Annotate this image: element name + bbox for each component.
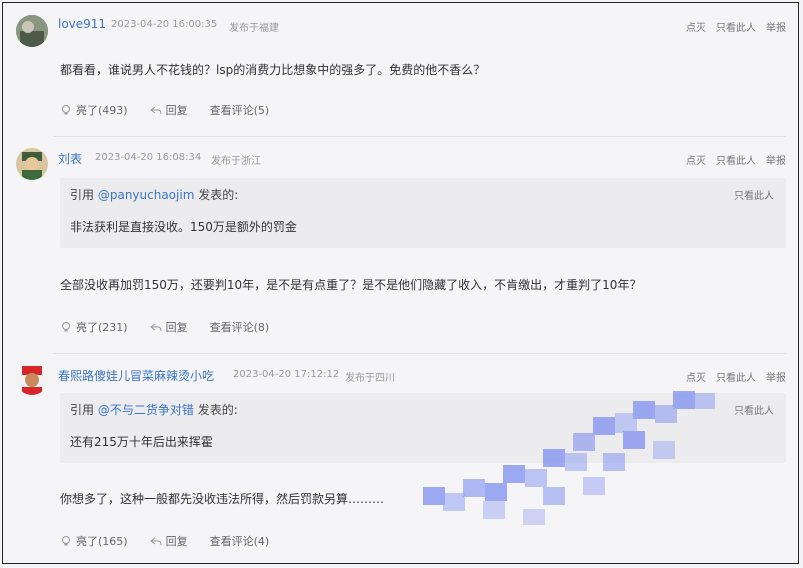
- like-button[interactable]: 亮了(493): [60, 102, 128, 118]
- quote-only-this-user[interactable]: 只看此人: [734, 187, 774, 202]
- comment-thread: love911 2023-04-20 16:00:35 发布于福建 点灭 只看此…: [2, 2, 799, 564]
- reply-label: 回复: [165, 104, 188, 117]
- dislike-button[interactable]: 点灭: [686, 369, 706, 384]
- location: 发布于福建: [229, 23, 279, 34]
- comment-actions: 点灭 只看此人 举报: [686, 152, 786, 167]
- reply-label: 回复: [165, 321, 188, 334]
- timestamp: 2023-04-20 16:00:35: [111, 19, 218, 30]
- lightbulb-icon: [62, 105, 70, 115]
- reply-label: 回复: [165, 535, 188, 548]
- reply-icon: [149, 537, 162, 546]
- lightbulb-icon: [62, 536, 70, 546]
- username[interactable]: love911: [58, 17, 106, 31]
- like-button[interactable]: 亮了(165): [60, 533, 128, 549]
- avatar[interactable]: [16, 148, 48, 180]
- quote-prefix: 引用: [70, 403, 95, 417]
- avatar[interactable]: [16, 363, 48, 395]
- location: 发布于浙江: [211, 156, 261, 167]
- quote-text: 还有215万十年后出来挥霍: [70, 435, 213, 449]
- avatar[interactable]: [16, 15, 48, 47]
- comment-toolbar: 亮了(165) 回复 查看评论(4): [60, 533, 291, 549]
- mosaic-redaction: [423, 391, 715, 525]
- report-button[interactable]: 举报: [766, 369, 786, 384]
- view-comments-button[interactable]: 查看评论(8): [210, 319, 270, 335]
- quote-header: 引用 @panyuchaojim 发表的:: [70, 186, 238, 203]
- timestamp: 2023-04-20 17:12:12: [233, 369, 340, 380]
- only-this-user-button[interactable]: 只看此人: [716, 369, 756, 384]
- like-count: 亮了(231): [76, 321, 128, 334]
- view-comments-button[interactable]: 查看评论(4): [210, 533, 270, 549]
- quote-header: 引用 @不与二货争对错 发表的:: [70, 401, 238, 418]
- quote-block: 引用 @panyuchaojim 发表的: 只看此人 非法获利是直接没收。150…: [60, 178, 786, 248]
- view-comments-label: 查看评论(4): [209, 535, 270, 548]
- avatar-image: [16, 15, 48, 47]
- view-comments-label: 查看评论(5): [209, 104, 270, 117]
- divider: [53, 136, 786, 137]
- reply-button[interactable]: 回复: [149, 533, 188, 549]
- timestamp: 2023-04-20 16:08:34: [95, 152, 202, 163]
- like-count: 亮了(493): [76, 104, 128, 117]
- comment-actions: 点灭 只看此人 举报: [686, 19, 786, 34]
- comment-toolbar: 亮了(493) 回复 查看评论(5): [60, 102, 291, 118]
- comment-text: 你想多了，这种一般都先没收违法所得，然后罚款另算………: [60, 492, 385, 506]
- comment-toolbar: 亮了(231) 回复 查看评论(8): [60, 319, 291, 335]
- username[interactable]: 春熙路傻娃儿冒菜麻辣烫小吃: [58, 367, 214, 384]
- view-comments-label: 查看评论(8): [209, 321, 270, 334]
- reply-icon: [149, 323, 162, 332]
- only-this-user-button[interactable]: 只看此人: [716, 152, 756, 167]
- reply-icon: [149, 106, 162, 115]
- avatar-image: [16, 363, 48, 395]
- view-comments-button[interactable]: 查看评论(5): [210, 102, 270, 118]
- report-button[interactable]: 举报: [766, 19, 786, 34]
- quoted-user-link[interactable]: @不与二货争对错: [98, 403, 194, 417]
- quote-text: 非法获利是直接没收。150万是额外的罚金: [70, 220, 297, 234]
- divider: [53, 353, 786, 354]
- reply-button[interactable]: 回复: [149, 319, 188, 335]
- username[interactable]: 刘表: [58, 150, 82, 167]
- report-button[interactable]: 举报: [766, 152, 786, 167]
- lightbulb-icon: [62, 322, 70, 332]
- only-this-user-button[interactable]: 只看此人: [716, 19, 756, 34]
- location: 发布于四川: [345, 373, 395, 384]
- dislike-button[interactable]: 点灭: [686, 152, 706, 167]
- comment-actions: 点灭 只看此人 举报: [686, 369, 786, 384]
- quoted-user-link[interactable]: @panyuchaojim: [98, 188, 195, 202]
- comment-text: 全部没收再加罚150万，还要判10年，是不是有点重了？是不是他们隐藏了收入，不肯…: [60, 278, 642, 292]
- dislike-button[interactable]: 点灭: [686, 19, 706, 34]
- avatar-image: [16, 148, 48, 180]
- quote-prefix: 引用: [70, 188, 95, 202]
- like-button[interactable]: 亮了(231): [60, 319, 128, 335]
- quote-suffix: 发表的:: [197, 403, 238, 417]
- comment-text: 都看看，谁说男人不花钱的？lsp的消费力比想象中的强多了。免费的他不香么？: [60, 63, 486, 77]
- reply-button[interactable]: 回复: [149, 102, 188, 118]
- quote-suffix: 发表的:: [198, 188, 239, 202]
- like-count: 亮了(165): [76, 535, 128, 548]
